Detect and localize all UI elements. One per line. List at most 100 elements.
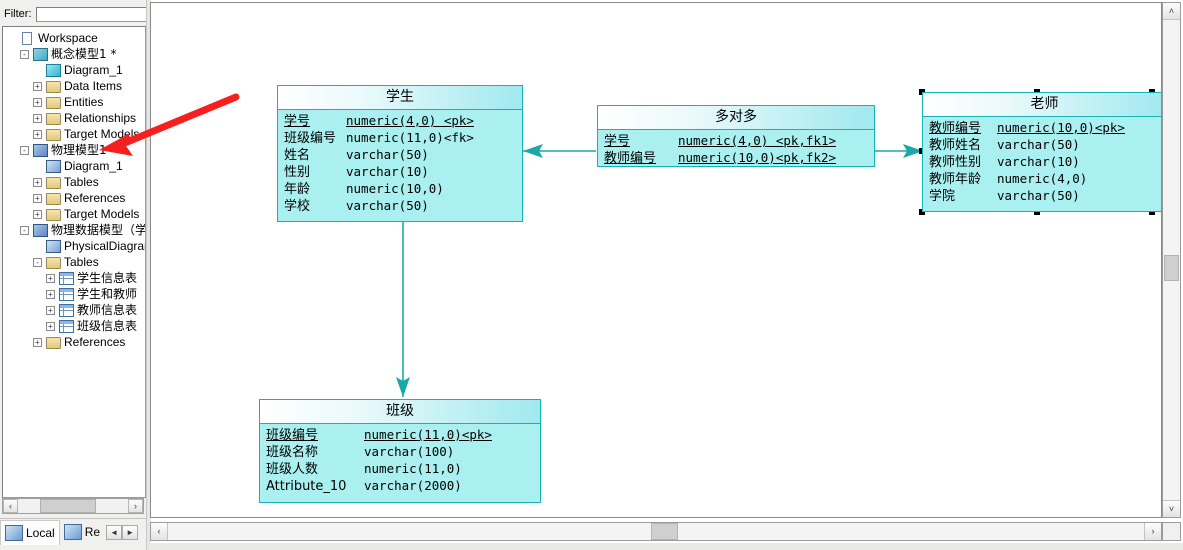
canvas-vertical-scrollbar[interactable]: ˄ ˅ [1162,2,1181,518]
entity-attribute-row[interactable]: 年龄 numeric(10,0) [284,180,518,197]
scroll-right-button[interactable]: › [128,499,143,513]
canvas-horizontal-scrollbar[interactable]: ‹ › [150,522,1162,541]
collapse-icon[interactable]: - [33,257,42,267]
conceptual-model-icon-glyph [33,48,48,61]
entity-many-to-many[interactable]: 多对多 学号 numeric(4,0) <pk,fk1> 教师编号 numeric(10… [597,105,875,167]
entity-attribute-row[interactable]: 教师姓名 varchar(50) [929,136,1161,153]
expand-icon[interactable]: + [33,97,42,107]
expand-icon[interactable]: + [46,305,55,315]
object-browser-panel: Filter: Workspace - 概念模型1 * Diagram_1 + Data … [0,0,184,550]
entity-attribute-row[interactable]: 教师编号 numeric(10,0)<pk,fk2> [604,149,870,166]
expand-icon[interactable]: + [33,113,42,123]
attribute-type: varchar(2000) [364,478,462,493]
tab-local[interactable]: Local [0,519,60,545]
canvas-scroll-right-button[interactable]: › [1144,523,1161,540]
canvas-scroll-left-button[interactable]: ‹ [151,523,168,540]
expand-icon[interactable]: + [33,81,42,91]
canvas-vscroll-thumb[interactable] [1164,255,1179,281]
tree-node-19[interactable]: + References [3,334,145,350]
tree-node-1[interactable]: - 概念模型1 * [3,46,145,62]
entity-attribute-row[interactable]: 学院 varchar(50) [929,187,1161,204]
tree-node-18[interactable]: + 班级信息表 [3,318,145,334]
entity-attribute-row[interactable]: 班级人数 numeric(11,0) [266,460,536,477]
collapse-icon[interactable]: - [20,49,29,59]
canvas-hscroll-thumb[interactable] [651,523,678,540]
tree-node-13[interactable]: PhysicalDiagram [3,238,145,254]
expand-icon[interactable]: + [46,321,55,331]
tree-node-14[interactable]: - Tables [3,254,145,270]
entity-attribute-row[interactable]: 班级编号 numeric(11,0)<pk> [266,426,536,443]
entity-attribute-row[interactable]: 教师年龄 numeric(4,0) [929,170,1161,187]
entity-attribute-row[interactable]: 班级编号 numeric(11,0)<fk> [284,129,518,146]
collapse-icon[interactable]: - [20,225,29,235]
entity-student[interactable]: 学生 学号 numeric(4,0) <pk> 班级编号 numeric(11,0)<f… [277,85,523,222]
collapse-icon[interactable]: - [20,145,29,155]
scroll-down-button[interactable]: ˅ [1163,500,1180,517]
expand-icon[interactable]: + [33,177,42,187]
entity-attribute-row[interactable]: 学号 numeric(4,0) <pk,fk1> [604,132,870,149]
tree-node-8[interactable]: Diagram_1 [3,158,145,174]
tree-node-11[interactable]: + Target Models [3,206,145,222]
model-tree[interactable]: Workspace - 概念模型1 * Diagram_1 + Data Items + En… [2,26,146,498]
table-icon-glyph [59,288,74,301]
entity-attribute-row[interactable]: 学校 varchar(50) [284,197,518,214]
entity-attribute-row[interactable]: 教师性别 varchar(10) [929,153,1161,170]
entity-title: 班级 [260,400,540,424]
tree-node-17[interactable]: + 教师信息表 [3,302,145,318]
tree-node-4[interactable]: + Entities [3,94,145,110]
attribute-name: 学院 [929,189,956,204]
tree-node-2[interactable]: Diagram_1 [3,62,145,78]
attribute-name: 年龄 [284,182,311,197]
folder-icon [45,207,61,221]
canvas-hscroll-track[interactable] [168,523,1144,540]
tree-node-15[interactable]: + 学生信息表 [3,270,145,286]
entity-attribute-row[interactable]: 性别 varchar(10) [284,163,518,180]
entity-attribute-row[interactable]: 姓名 varchar(50) [284,146,518,163]
tab-prev-button[interactable]: ◄ [106,524,123,540]
scroll-left-button[interactable]: ‹ [3,499,18,513]
tree-node-12[interactable]: - 物理数据模型（学· [3,222,145,238]
tree-node-7[interactable]: - 物理模型1 * [3,142,145,158]
tab-repository[interactable]: Re [60,520,104,544]
tree-node-9[interactable]: + Tables [3,174,145,190]
tree-node-6[interactable]: + Target Models [3,126,145,142]
tree-node-16[interactable]: + 学生和教师 [3,286,145,302]
diagram-canvas[interactable]: 学生 学号 numeric(4,0) <pk> 班级编号 numeric(11,0)<f… [150,2,1162,518]
browser-scroll-track[interactable] [18,499,128,513]
tree-node-label: Tables [64,255,99,269]
folder-icon [45,127,61,141]
expand-icon[interactable]: + [33,337,42,347]
filter-bar: Filter: [4,4,184,24]
entity-attribute-row[interactable]: 班级名称 varchar(100) [266,443,536,460]
entity-attribute-row[interactable]: 教师编号 numeric(10,0)<pk> [929,119,1161,136]
expand-icon[interactable]: + [33,193,42,203]
tree-node-0[interactable]: Workspace [3,30,145,46]
expand-icon[interactable]: + [33,129,42,139]
folder-icon [45,335,61,349]
tree-node-10[interactable]: + References [3,190,145,206]
attribute-type: numeric(10,0)<pk> [997,120,1125,135]
entity-teacher[interactable]: 老师 教师编号 numeric(10,0)<pk> 教师姓名 varchar(50) 教师… [922,92,1161,212]
attribute-type: varchar(10) [997,154,1080,169]
entity-attribute-row[interactable]: 学号 numeric(4,0) <pk> [284,112,518,129]
expand-icon[interactable]: + [46,289,55,299]
attribute-type: varchar(10) [346,164,429,179]
attribute-type: numeric(11,0)<fk> [346,130,474,145]
table-icon [58,287,74,301]
entity-attribute-row[interactable]: Attribute_10 varchar(2000) [266,477,536,494]
scroll-up-button[interactable]: ˄ [1163,3,1180,20]
browser-horizontal-scrollbar[interactable]: ‹ › [2,498,144,514]
browser-scroll-thumb[interactable] [40,499,96,513]
attribute-type: varchar(50) [346,147,429,162]
tab-next-button[interactable]: ► [122,524,139,540]
expand-icon[interactable]: + [33,209,42,219]
tree-node-5[interactable]: + Relationships [3,110,145,126]
entity-class[interactable]: 班级班级编号 numeric(11,0)<pk> 班级名称 varchar(100) 班… [259,399,541,503]
expand-icon[interactable]: + [46,273,55,283]
tree-node-3[interactable]: + Data Items [3,78,145,94]
